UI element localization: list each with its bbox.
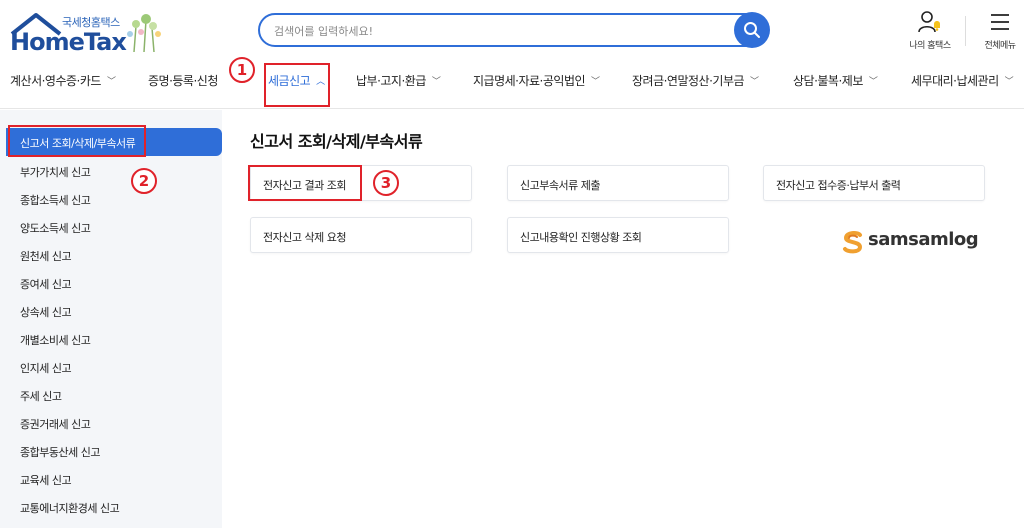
annotation-step-1: 1: [229, 57, 255, 83]
card-attachment-submit[interactable]: 신고부속서류 제출: [507, 165, 729, 201]
chevron-down-icon: ﹀: [106, 77, 116, 87]
full-menu-label: 전체메뉴: [984, 41, 1016, 51]
logo-name-text: HomeTax: [10, 28, 127, 56]
nav-item-statements[interactable]: 지급명세·자료·공익법인 ﹀: [473, 72, 600, 89]
nav-item-consulting[interactable]: 상담·불복·제보 ﹀: [793, 72, 878, 89]
main-nav: 계산서·영수증·카드 ﹀ 증명·등록·신청 세금신고 ︿ 납부·고지·환급 ﹀ 지급명…: [0, 62, 1024, 102]
sidebar-item-withholding[interactable]: 원천세 신고: [20, 248, 72, 264]
nav-item-label: 지급명세·자료·공익법인: [473, 74, 586, 88]
nav-item-label: 장려금·연말정산·기부금: [632, 74, 745, 88]
sidebar-item-income-tax[interactable]: 종합소득세 신고: [20, 192, 91, 208]
search-box: [258, 13, 768, 47]
card-label: 전자신고 삭제 요청: [263, 231, 346, 244]
full-menu-button[interactable]: 전체메뉴: [970, 10, 1024, 56]
nav-item-tax-agent[interactable]: 세무대리·납세관리 ﹀: [911, 72, 1014, 89]
page-title: 신고서 조회/삭제/부속서류: [250, 132, 423, 151]
sidebar: 신고서 조회/삭제/부속서류 부가가치세 신고 종합소득세 신고 양도소득세 신…: [0, 110, 222, 528]
nav-item-label: 세무대리·납세관리: [911, 74, 999, 88]
card-label: 신고내용확인 진행상황 조회: [520, 231, 642, 244]
flower-icon: [127, 14, 161, 52]
search-input[interactable]: [274, 21, 714, 41]
sidebar-item-vat[interactable]: 부가가치세 신고: [20, 164, 91, 180]
chevron-down-icon: ﹀: [431, 77, 441, 87]
highlight-box-tax-filing: [264, 63, 330, 107]
sidebar-item-liquor[interactable]: 주세 신고: [20, 388, 62, 404]
chevron-down-icon: ﹀: [591, 77, 600, 87]
sidebar-item-transport[interactable]: 교통에너지환경세 신고: [20, 500, 120, 516]
nav-divider: [0, 108, 1024, 109]
chevron-down-icon: ﹀: [868, 77, 878, 87]
nav-item-certificate[interactable]: 증명·등록·신청: [148, 72, 218, 89]
user-bell-icon: [918, 11, 940, 33]
nav-item-invoice[interactable]: 계산서·영수증·카드 ﹀: [10, 72, 116, 89]
my-hometax-button[interactable]: 나의 홈택스: [900, 10, 960, 56]
sidebar-item-capital-gains[interactable]: 양도소득세 신고: [20, 220, 91, 236]
util-divider: [965, 16, 966, 46]
hometax-logo[interactable]: 국세청홈택스 HomeTax: [10, 10, 161, 56]
search-button[interactable]: [734, 12, 770, 48]
samsamlog-logo-icon: [843, 231, 863, 254]
card-review-status[interactable]: 신고내용확인 진행상황 조회: [507, 217, 729, 253]
watermark-text: samsamlog: [868, 229, 979, 250]
sidebar-item-stamp[interactable]: 인지세 신고: [20, 360, 72, 376]
hamburger-menu-icon: [991, 14, 1009, 30]
nav-item-label: 증명·등록·신청: [148, 74, 218, 88]
sidebar-item-securities[interactable]: 증권거래세 신고: [20, 416, 91, 432]
annotation-step-3: 3: [373, 170, 399, 196]
sidebar-item-education[interactable]: 교육세 신고: [20, 472, 72, 488]
sidebar-item-gift-tax[interactable]: 증여세 신고: [20, 276, 72, 292]
header: 국세청홈택스 HomeTax 나의 홈택스: [0, 0, 1024, 62]
nav-item-label: 납부·고지·환급: [356, 74, 426, 88]
sidebar-item-property[interactable]: 종합부동산세 신고: [20, 444, 100, 460]
nav-item-payment[interactable]: 납부·고지·환급 ﹀: [356, 72, 441, 89]
nav-item-label: 상담·불복·제보: [793, 74, 863, 88]
nav-item-incentive[interactable]: 장려금·연말정산·기부금 ﹀: [632, 72, 759, 89]
highlight-box-card: [248, 165, 362, 201]
sidebar-item-consumption[interactable]: 개별소비세 신고: [20, 332, 91, 348]
card-label: 신고부속서류 제출: [520, 179, 600, 192]
watermark: samsamlog: [840, 227, 985, 257]
sidebar-item-inheritance[interactable]: 상속세 신고: [20, 304, 72, 320]
chevron-down-icon: ﹀: [1004, 77, 1014, 87]
my-hometax-label: 나의 홈택스: [909, 41, 951, 51]
card-delete-request[interactable]: 전자신고 삭제 요청: [250, 217, 472, 253]
annotation-step-2: 2: [131, 168, 157, 194]
card-label: 전자신고 접수증·납부서 출력: [776, 179, 901, 192]
nav-item-label: 계산서·영수증·카드: [10, 74, 101, 88]
chevron-down-icon: ﹀: [750, 77, 759, 87]
card-receipt-print[interactable]: 전자신고 접수증·납부서 출력: [763, 165, 985, 201]
highlight-box-sidebar: [8, 125, 146, 157]
search-icon: [744, 22, 760, 38]
